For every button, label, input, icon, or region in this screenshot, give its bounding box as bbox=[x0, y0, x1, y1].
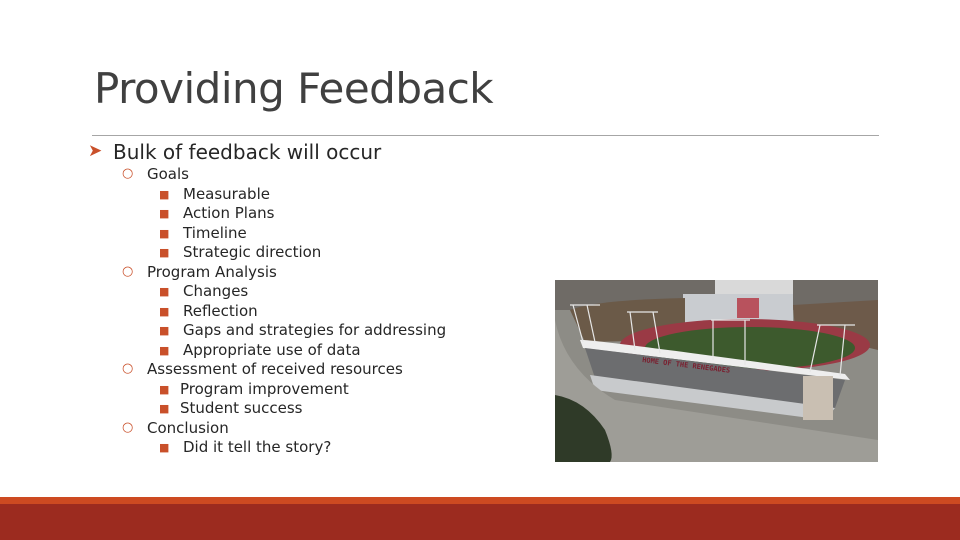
bullet-text: Appropriate use of data bbox=[183, 340, 361, 359]
circle-bullet-icon: ○ bbox=[122, 263, 134, 279]
slide-title: Providing Feedback bbox=[94, 64, 494, 113]
circle-bullet-icon: ○ bbox=[122, 166, 134, 181]
bullet-text: Did it tell the story? bbox=[183, 438, 332, 456]
bullet-text: Program Analysis bbox=[147, 262, 277, 281]
circle-bullet-icon: ○ bbox=[122, 361, 134, 376]
bullet-text: Goals bbox=[147, 165, 189, 183]
bullet-text: Strategic direction bbox=[183, 243, 322, 261]
footer-bar bbox=[0, 504, 960, 540]
title-divider bbox=[92, 135, 879, 136]
square-bullet-icon: ■ bbox=[159, 441, 170, 454]
square-bullet-icon: ■ bbox=[159, 304, 170, 318]
circle-bullet-icon: ○ bbox=[122, 419, 134, 435]
square-bullet-icon: ■ bbox=[159, 382, 170, 396]
bullet-text: Measurable bbox=[183, 184, 270, 203]
footer-accent-stripe bbox=[0, 497, 960, 504]
square-bullet-icon: ■ bbox=[159, 285, 170, 298]
bullet-text: Reflection bbox=[183, 301, 258, 320]
bullet-text: Timeline bbox=[183, 223, 247, 242]
bullet-text: Action Plans bbox=[183, 204, 275, 222]
bullet-text: Assessment of received resources bbox=[147, 360, 403, 378]
square-bullet-icon: ■ bbox=[159, 343, 170, 357]
stadium-photo: HOME OF THE RENEGADES bbox=[555, 280, 878, 462]
bullet-text: Gaps and strategies for addressing bbox=[183, 321, 447, 339]
main-bullet-text: Bulk of feedback will occur bbox=[113, 140, 382, 164]
square-bullet-icon: ■ bbox=[159, 207, 170, 220]
square-bullet-icon: ■ bbox=[159, 226, 170, 240]
bullet-text: Conclusion bbox=[147, 418, 229, 437]
square-bullet-icon: ■ bbox=[159, 246, 170, 259]
square-bullet-icon: ■ bbox=[159, 402, 170, 415]
square-bullet-icon: ■ bbox=[159, 187, 170, 201]
arrow-bullet-icon: ➤ bbox=[88, 141, 103, 161]
bullet-text: Program improvement bbox=[180, 379, 349, 398]
bullet-text: Changes bbox=[183, 282, 249, 300]
square-bullet-icon: ■ bbox=[159, 324, 170, 337]
bullet-text: Student success bbox=[180, 399, 303, 417]
